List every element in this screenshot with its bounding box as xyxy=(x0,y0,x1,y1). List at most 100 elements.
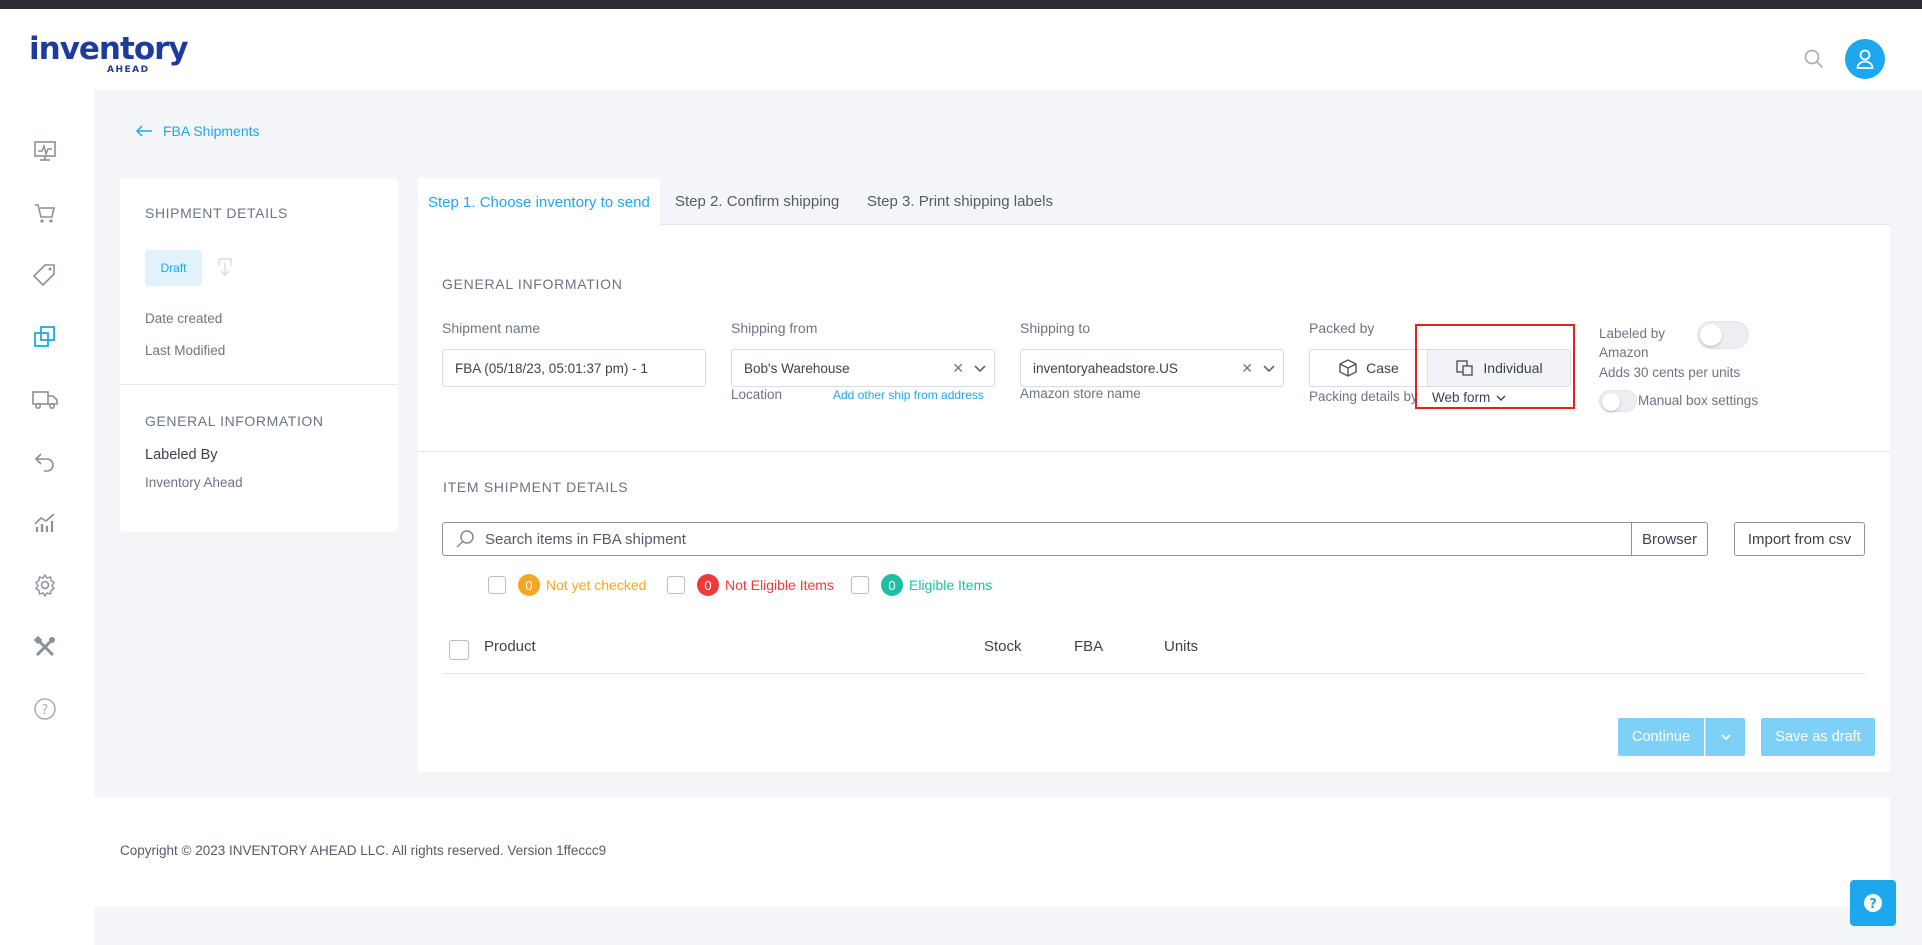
filter-eligible[interactable]: 0 Eligible Items xyxy=(851,574,992,596)
shipping-from-label: Shipping from xyxy=(731,320,818,336)
clear-icon[interactable]: ✕ xyxy=(952,360,964,377)
filter-label: Not yet checked xyxy=(546,577,647,593)
column-fba[interactable]: FBA xyxy=(1074,638,1103,655)
svg-text:?: ? xyxy=(1869,897,1877,912)
general-information-heading: GENERAL INFORMATION xyxy=(442,276,623,292)
shipping-from-value: Bob's Warehouse xyxy=(744,360,850,376)
item-shipment-details-heading: ITEM SHIPMENT DETAILS xyxy=(443,479,629,495)
return-icon[interactable] xyxy=(31,447,59,475)
filter-checkbox[interactable] xyxy=(667,576,685,594)
general-information-title: GENERAL INFORMATION xyxy=(145,413,324,429)
filter-label: Not Eligible Items xyxy=(725,577,834,593)
select-all-checkbox[interactable] xyxy=(449,640,469,660)
back-link-label: FBA Shipments xyxy=(163,123,260,139)
chevron-down-icon xyxy=(1496,395,1506,401)
continue-options-toggle[interactable] xyxy=(1705,718,1745,756)
dashboard-icon[interactable] xyxy=(31,137,59,165)
help-icon: ? xyxy=(1864,894,1882,912)
import-from-csv-button[interactable]: Import from csv xyxy=(1734,522,1865,556)
date-created-label: Date created xyxy=(145,311,223,326)
save-as-draft-button[interactable]: Save as draft xyxy=(1761,718,1875,756)
header: inventory AHEAD xyxy=(0,9,1922,90)
svg-text:?: ? xyxy=(42,703,49,718)
filter-checkbox[interactable] xyxy=(851,576,869,594)
shipment-details-title: SHIPMENT DETAILS xyxy=(145,205,288,221)
packing-details-label: Packing details by xyxy=(1309,389,1418,404)
packing-details-dropdown[interactable]: Web form xyxy=(1432,390,1506,405)
shipment-name-label: Shipment name xyxy=(442,320,541,336)
count-badge: 0 xyxy=(881,574,903,596)
step-tabs: Step 1. Choose inventory to send Step 2.… xyxy=(418,178,1890,226)
user-avatar[interactable] xyxy=(1845,39,1885,79)
add-ship-from-link[interactable]: Add other ship from address xyxy=(833,388,984,402)
labeled-by-amazon-label: Labeled by Amazon xyxy=(1599,326,1666,360)
column-product[interactable]: Product xyxy=(484,638,536,655)
help-chat-button[interactable]: ? xyxy=(1850,880,1896,926)
logo[interactable]: inventory AHEAD xyxy=(29,31,189,77)
shipping-to-label: Shipping to xyxy=(1020,320,1091,336)
download-icon[interactable] xyxy=(214,256,236,278)
adds-cents-note: Adds 30 cents per units xyxy=(1599,365,1741,380)
tools-icon[interactable] xyxy=(31,633,59,661)
section-divider xyxy=(418,451,1890,452)
toggle-knob xyxy=(1602,393,1620,411)
gear-icon[interactable] xyxy=(31,571,59,599)
filter-not-yet-checked[interactable]: 0 Not yet checked xyxy=(488,574,646,596)
packed-by-case[interactable]: Case xyxy=(1309,349,1428,387)
arrow-left-icon xyxy=(135,125,152,137)
individual-box-icon xyxy=(1456,360,1474,376)
chevron-down-icon[interactable] xyxy=(974,364,986,373)
amazon-store-name-label: Amazon store name xyxy=(1020,386,1141,401)
top-strip xyxy=(0,0,1922,9)
main-card: Step 1. Choose inventory to send Step 2.… xyxy=(418,178,1890,772)
chevron-down-icon xyxy=(1720,734,1731,740)
shipment-name-value: FBA (05/18/23, 05:01:37 pm) - 1 xyxy=(455,360,648,376)
shipping-to-select[interactable]: inventoryaheadstore.US ✕ xyxy=(1020,349,1284,387)
manual-box-settings-toggle[interactable] xyxy=(1599,390,1637,412)
tag-icon[interactable] xyxy=(31,261,59,289)
shipping-to-value: inventoryaheadstore.US xyxy=(1033,360,1178,376)
labeled-by-amazon-toggle[interactable] xyxy=(1697,321,1749,349)
truck-icon[interactable] xyxy=(31,385,59,413)
last-modified-label: Last Modified xyxy=(145,343,226,358)
search-icon[interactable] xyxy=(1802,47,1826,71)
chevron-down-icon[interactable] xyxy=(1263,364,1275,373)
divider xyxy=(120,384,398,385)
case-label: Case xyxy=(1366,360,1399,376)
manual-box-settings-label: Manual box settings xyxy=(1638,393,1759,408)
box-icon xyxy=(1339,359,1357,377)
sidebar: ? xyxy=(0,90,94,945)
analytics-icon[interactable] xyxy=(31,509,59,537)
shipment-name-field[interactable]: FBA (05/18/23, 05:01:37 pm) - 1 xyxy=(442,349,706,387)
table-header-divider xyxy=(442,673,1866,674)
packed-by-label: Packed by xyxy=(1309,320,1375,336)
browser-button[interactable]: Browser xyxy=(1631,523,1707,555)
logo-subtitle: AHEAD xyxy=(107,65,150,75)
tab-step-3[interactable]: Step 3. Print shipping labels xyxy=(857,178,1063,225)
cart-icon[interactable] xyxy=(31,199,59,227)
packing-details-value: Web form xyxy=(1432,390,1491,405)
count-badge: 0 xyxy=(697,574,719,596)
shipments-icon[interactable] xyxy=(31,323,59,351)
status-badge: Draft xyxy=(145,250,202,286)
labeled-by-label: Labeled By xyxy=(145,447,218,463)
filter-label: Eligible Items xyxy=(909,577,993,593)
back-to-fba-shipments[interactable]: FBA Shipments xyxy=(135,123,260,139)
logo-wordmark: inventory xyxy=(29,31,189,67)
shipping-from-select[interactable]: Bob's Warehouse ✕ xyxy=(731,349,995,387)
column-units[interactable]: Units xyxy=(1164,638,1198,655)
item-search-input[interactable] xyxy=(477,524,1631,554)
continue-button[interactable]: Continue xyxy=(1618,718,1704,756)
tab-step-2[interactable]: Step 2. Confirm shipping xyxy=(665,178,849,225)
toggle-knob xyxy=(1700,324,1722,346)
count-badge: 0 xyxy=(518,574,540,596)
column-stock[interactable]: Stock xyxy=(984,638,1022,655)
clear-icon[interactable]: ✕ xyxy=(1241,360,1253,377)
filter-checkbox[interactable] xyxy=(488,576,506,594)
location-label: Location xyxy=(731,387,783,402)
packed-by-individual[interactable]: Individual xyxy=(1427,349,1571,387)
filter-not-eligible[interactable]: 0 Not Eligible Items xyxy=(667,574,834,596)
shipment-details-card: SHIPMENT DETAILS Draft Date created Last… xyxy=(120,178,398,532)
tab-step-1[interactable]: Step 1. Choose inventory to send xyxy=(418,178,660,226)
help-icon[interactable]: ? xyxy=(31,695,59,723)
